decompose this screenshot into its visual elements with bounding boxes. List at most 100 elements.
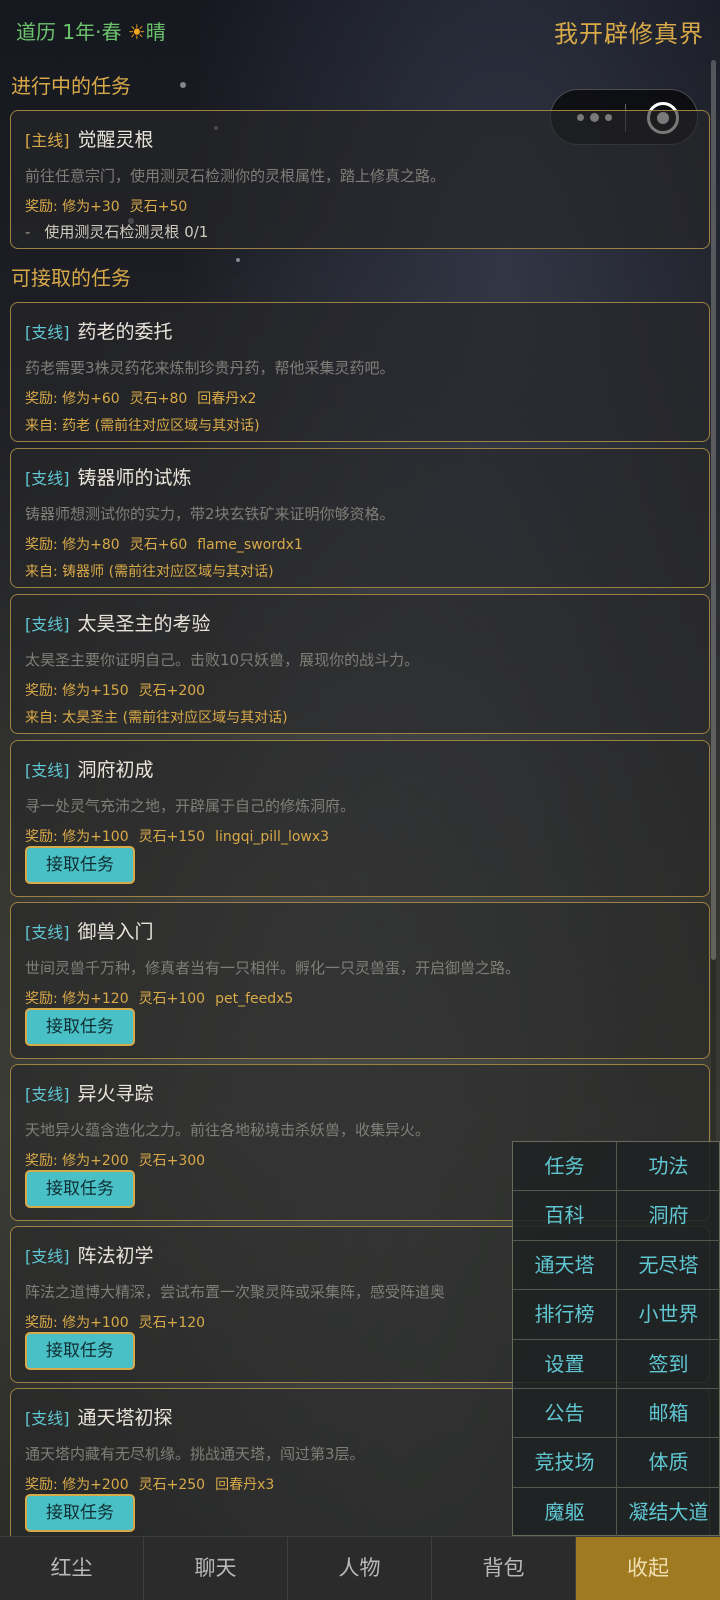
quest-rewards: 奖励: 修为+80 灵石+60 flame_swordx1: [25, 534, 313, 554]
quest-description: 前往任意宗门，使用测灵石检测你的灵根属性，踏上修真之路。: [25, 167, 446, 185]
reward-item: 灵石+100: [138, 991, 206, 1007]
quest-giver: 来自: 铸器师 (需前往对应区域与其对话): [25, 564, 274, 580]
quest-tag: [支线]: [25, 923, 70, 942]
quest-description: 世间灵兽千万种，修真者当有一只相伴。孵化一只灵兽蛋，开启御兽之路。: [25, 959, 521, 977]
scrollbar-thumb[interactable]: [711, 60, 716, 960]
quest-title: 觉醒灵根: [77, 129, 154, 151]
quest-title-row: [支线] 药老的委托: [25, 317, 173, 344]
menu-item-settings[interactable]: 设置: [513, 1339, 617, 1389]
menu-item-wiki[interactable]: 百科: [513, 1191, 617, 1241]
reward-item: 奖励: 修为+200: [25, 1477, 129, 1493]
quest-giver: 来自: 药老 (需前往对应区域与其对话): [25, 418, 260, 434]
quest-title: 异火寻踪: [77, 1083, 154, 1105]
sun-icon: ☀: [127, 20, 146, 44]
reward-item: lingqi_pill_lowx3: [215, 829, 330, 845]
reward-item: 灵石+300: [138, 1153, 206, 1169]
quest-title-row: [支线] 太昊圣主的考验: [25, 609, 211, 636]
quest-title-row: [主线] 觉醒灵根: [25, 125, 154, 152]
accept-quest-button[interactable]: 接取任务: [25, 1170, 135, 1208]
quest-title: 通天塔初探: [77, 1407, 173, 1429]
menu-item-tongtian-tower[interactable]: 通天塔: [513, 1240, 617, 1291]
menu-item-demon-body[interactable]: 魔躯: [513, 1487, 617, 1538]
quest-tag: [支线]: [25, 761, 70, 780]
quest-title-row: [支线] 铸器师的试炼: [25, 463, 192, 490]
quest-title: 阵法初学: [77, 1245, 154, 1267]
calendar-date: 道历 1年·春 ☀晴: [16, 16, 166, 45]
nav-tab-character[interactable]: 人物: [288, 1537, 432, 1600]
menu-item-constitution[interactable]: 体质: [617, 1438, 720, 1488]
nav-tab-collapse[interactable]: 收起: [576, 1537, 720, 1600]
quest-rewards: 奖励: 修为+200 灵石+250 回春丹x3: [25, 1474, 284, 1494]
app-title: 我开辟修真界: [554, 20, 704, 48]
reward-item: 奖励: 修为+100: [25, 1315, 129, 1331]
quest-rewards: 奖励: 修为+100 灵石+120: [25, 1312, 215, 1332]
reward-item: 奖励: 修为+120: [25, 991, 129, 1007]
menu-item-leaderboard[interactable]: 排行榜: [513, 1290, 617, 1340]
accept-quest-button[interactable]: 接取任务: [25, 1494, 135, 1532]
quest-tag: [支线]: [25, 323, 70, 342]
quest-description: 药老需要3株灵药花来炼制珍贵丹药，帮他采集灵药吧。: [25, 359, 395, 377]
quest-card[interactable]: [支线] 御兽入门 世间灵兽千万种，修真者当有一只相伴。孵化一只灵兽蛋，开启御兽之…: [10, 902, 710, 1059]
section-title-available: 可接取的任务: [11, 266, 131, 290]
nav-tab-chat[interactable]: 聊天: [144, 1537, 288, 1600]
menu-item-task[interactable]: 任务: [513, 1142, 617, 1192]
quest-title-row: [支线] 异火寻踪: [25, 1079, 154, 1106]
quick-menu: 任务 功法 百科 洞府 通天塔 无尽塔 排行榜 小世界 设置 签到 公告 邮箱 …: [512, 1141, 720, 1538]
quest-title-row: [支线] 通天塔初探: [25, 1403, 173, 1430]
objective-text: 使用测灵石检测灵根 0/1: [44, 223, 209, 241]
accept-quest-button[interactable]: 接取任务: [25, 846, 135, 884]
section-title-in-progress: 进行中的任务: [11, 74, 131, 98]
menu-item-endless-tower[interactable]: 无尽塔: [617, 1241, 720, 1291]
quest-rewards: 奖励: 修为+200 灵石+300: [25, 1150, 215, 1170]
quest-title: 铸器师的试炼: [77, 467, 192, 489]
bottom-nav: 红尘 聊天 人物 背包 收起: [0, 1536, 720, 1600]
quest-description: 太昊圣主要你证明自己。击败10只妖兽，展现你的战斗力。: [25, 651, 420, 669]
menu-item-checkin[interactable]: 签到: [617, 1340, 720, 1389]
reward-item: 灵石+50: [129, 199, 188, 215]
quest-card[interactable]: [支线] 太昊圣主的考验 太昊圣主要你证明自己。击败10只妖兽，展现你的战斗力。 …: [10, 594, 710, 734]
quest-title: 御兽入门: [77, 921, 154, 943]
accept-quest-button[interactable]: 接取任务: [25, 1332, 135, 1370]
quest-rewards: 奖励: 修为+60 灵石+80 回春丹x2: [25, 388, 266, 408]
quest-rewards: 奖励: 修为+150 灵石+200: [25, 680, 215, 700]
reward-item: 灵石+60: [129, 537, 188, 553]
quest-description: 寻一处灵气充沛之地，开辟属于自己的修炼洞府。: [25, 797, 356, 815]
reward-item: 回春丹x3: [215, 1477, 275, 1493]
menu-item-cave[interactable]: 洞府: [617, 1191, 720, 1241]
quest-description: 天地异火蕴含造化之力。前往各地秘境击杀妖兽，收集异火。: [25, 1121, 431, 1139]
quest-tag: [支线]: [25, 1409, 70, 1428]
quest-card[interactable]: [支线] 铸器师的试炼 铸器师想测试你的实力，带2块玄铁矿来证明你够资格。 奖励:…: [10, 448, 710, 588]
quest-rewards: 奖励: 修为+30 灵石+50: [25, 196, 197, 216]
quest-card[interactable]: [支线] 药老的委托 药老需要3株灵药花来炼制珍贵丹药，帮他采集灵药吧。 奖励: …: [10, 302, 710, 442]
quest-title: 太昊圣主的考验: [77, 613, 211, 635]
reward-item: flame_swordx1: [197, 537, 303, 553]
top-bar: 道历 1年·春 ☀晴 我开辟修真界: [0, 0, 720, 58]
quest-title-row: [支线] 洞府初成: [25, 755, 154, 782]
reward-item: 奖励: 修为+80: [25, 537, 120, 553]
quest-rewards: 奖励: 修为+100 灵石+150 lingqi_pill_lowx3: [25, 826, 339, 846]
quest-tag: [支线]: [25, 469, 70, 488]
menu-item-small-world[interactable]: 小世界: [617, 1290, 720, 1340]
menu-item-skills[interactable]: 功法: [617, 1142, 720, 1192]
menu-item-condense-dao[interactable]: 凝结大道: [617, 1488, 720, 1538]
menu-item-arena[interactable]: 竞技场: [513, 1438, 617, 1488]
objective-dash: -: [25, 223, 31, 241]
menu-item-mailbox[interactable]: 邮箱: [617, 1389, 720, 1439]
quest-title-row: [支线] 御兽入门: [25, 917, 154, 944]
reward-item: 回春丹x2: [197, 391, 257, 407]
quest-giver: 来自: 太昊圣主 (需前往对应区域与其对话): [25, 710, 288, 726]
quest-title-row: [支线] 阵法初学: [25, 1241, 154, 1268]
quest-rewards: 奖励: 修为+120 灵石+100 pet_feedx5: [25, 988, 303, 1008]
nav-tab-hongchen[interactable]: 红尘: [0, 1537, 144, 1600]
nav-tab-backpack[interactable]: 背包: [432, 1537, 576, 1600]
quest-card[interactable]: [支线] 洞府初成 寻一处灵气充沛之地，开辟属于自己的修炼洞府。 奖励: 修为+1…: [10, 740, 710, 897]
menu-item-announcement[interactable]: 公告: [513, 1389, 617, 1439]
weather-text: 晴: [145, 20, 166, 44]
main-quest-card[interactable]: [主线] 觉醒灵根 前往任意宗门，使用测灵石检测你的灵根属性，踏上修真之路。 奖励…: [10, 110, 710, 249]
reward-item: 灵石+250: [138, 1477, 206, 1493]
reward-item: 奖励: 修为+150: [25, 683, 129, 699]
accept-quest-button[interactable]: 接取任务: [25, 1008, 135, 1046]
quest-title: 药老的委托: [77, 321, 173, 343]
reward-item: pet_feedx5: [215, 991, 294, 1007]
reward-item: 奖励: 修为+30: [25, 199, 120, 215]
